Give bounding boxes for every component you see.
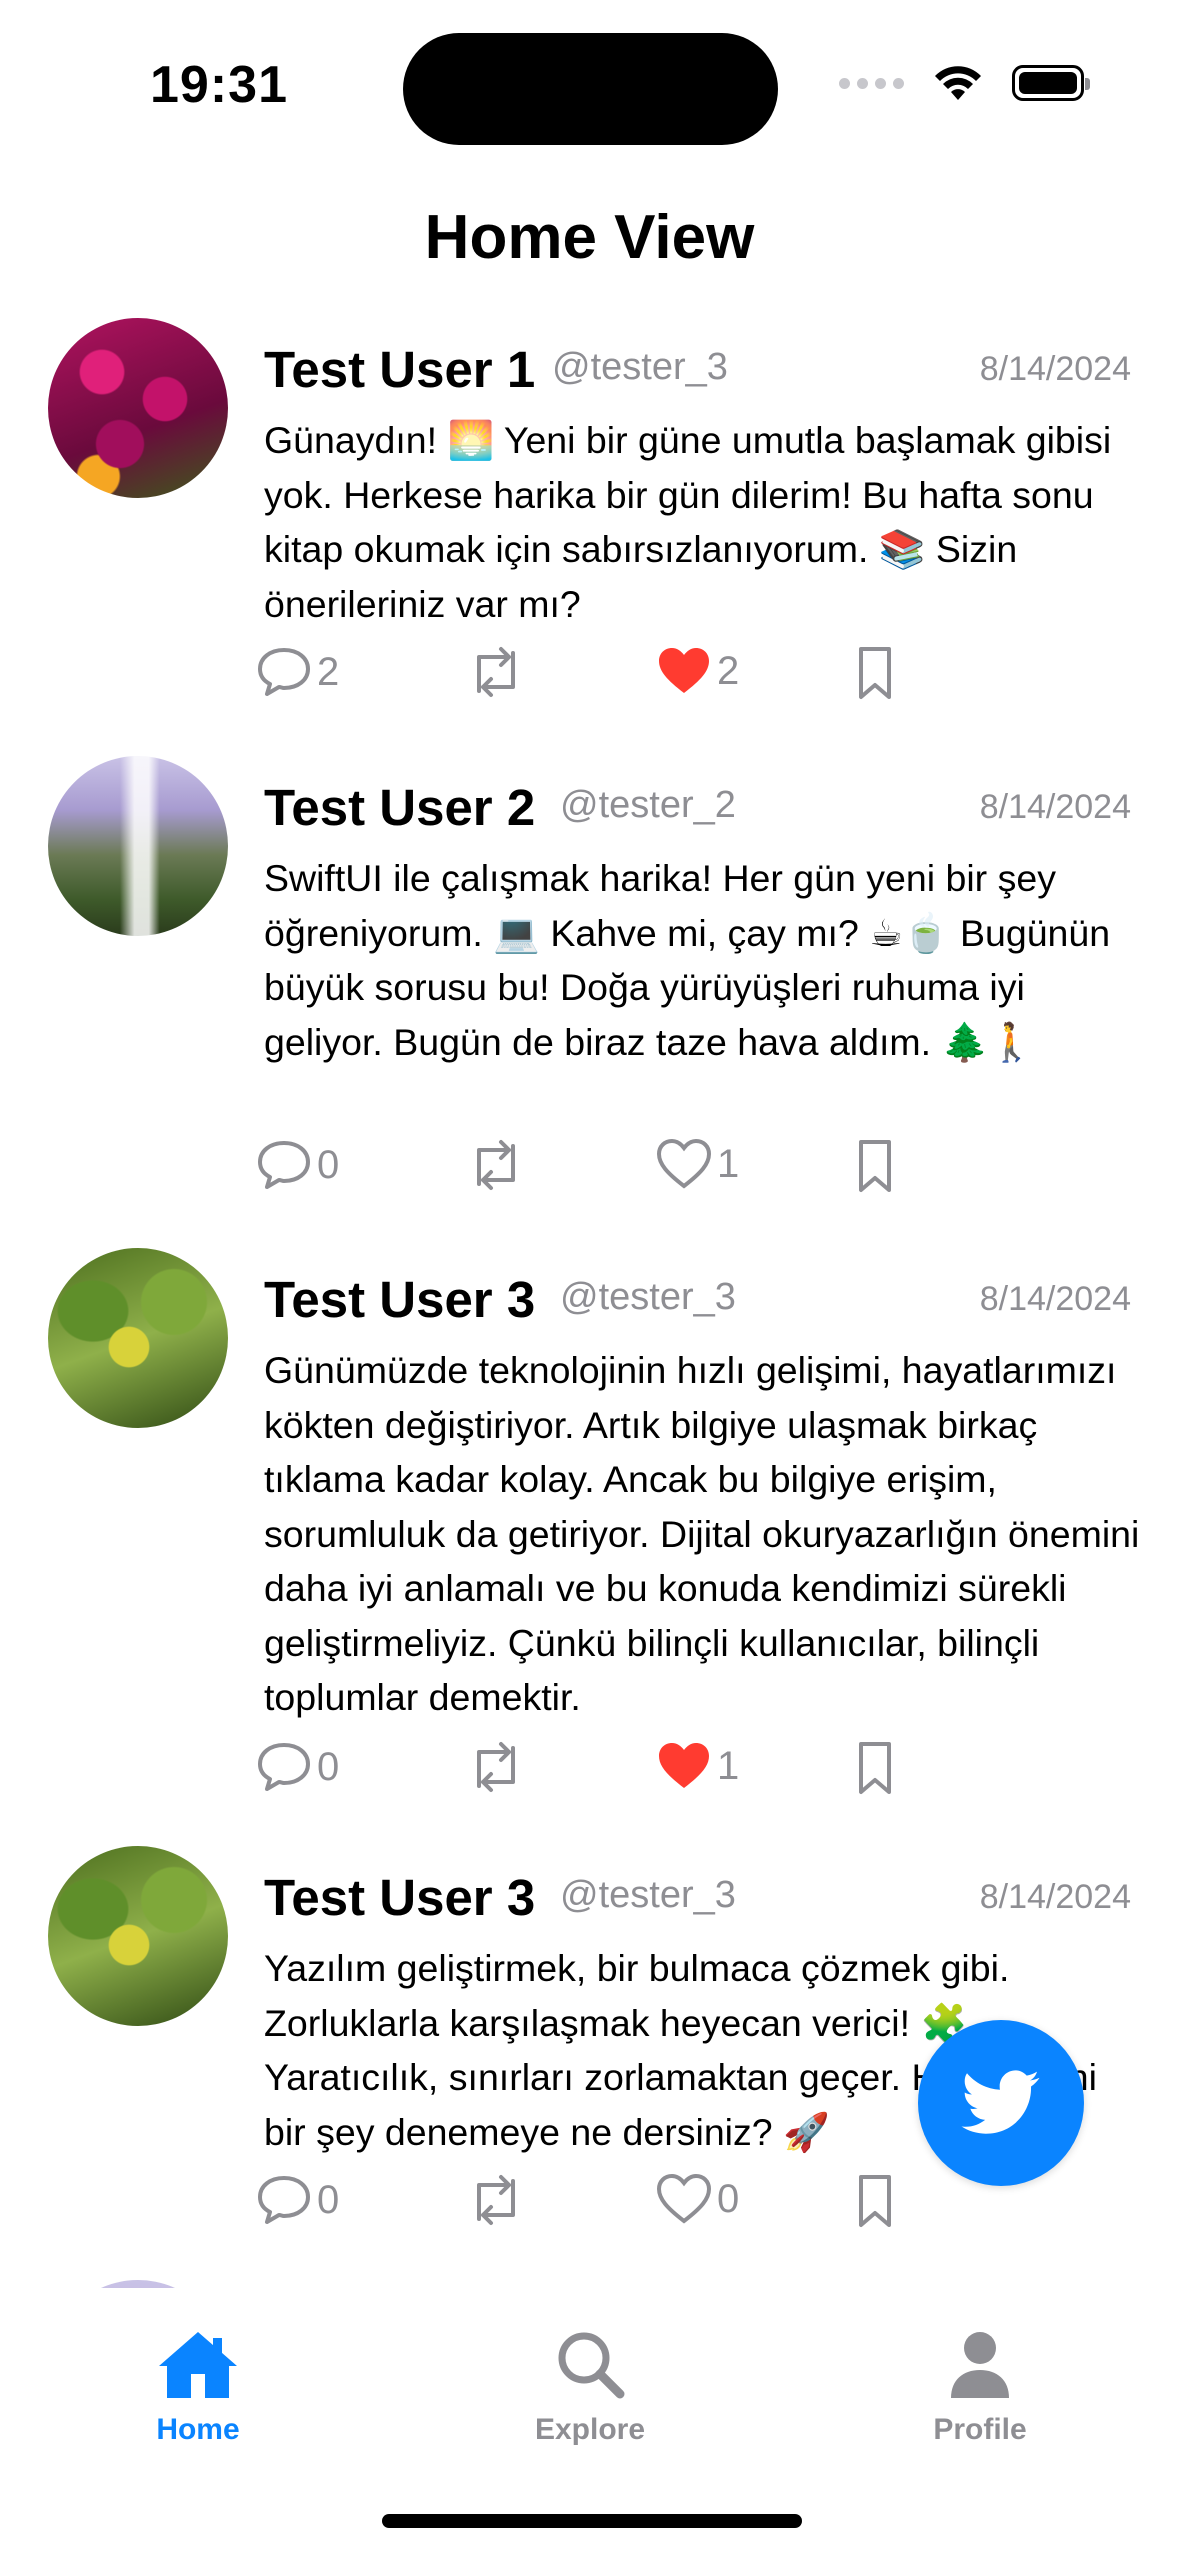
like-button[interactable]: 1 [655, 1740, 739, 1792]
comment-count: 2 [317, 649, 340, 694]
post-date: 8/14/2024 [979, 350, 1131, 388]
retweet-button[interactable] [465, 2173, 527, 2227]
comment-icon [258, 2176, 310, 2224]
magnifier-icon [558, 2332, 625, 2399]
wifi-icon [935, 66, 981, 100]
post-author-name[interactable]: Test User 3 [264, 1868, 535, 1927]
like-button[interactable]: 2 [655, 645, 739, 697]
post-author-handle: @tester_2 [560, 784, 736, 826]
post-text: Günümüzde teknolojinin hızlı gelişimi, h… [264, 1349, 1140, 1718]
heart-outline-icon [656, 2173, 712, 2224]
like-count: 2 [717, 648, 740, 693]
avatar[interactable] [48, 2280, 228, 2288]
bookmark-icon [859, 2175, 891, 2227]
post-author-name[interactable]: Test User 3 [264, 1270, 535, 1329]
bookmark-icon [859, 647, 891, 699]
comment-count: 0 [317, 1744, 340, 1789]
post-author-name[interactable]: Test User 1 [264, 340, 535, 399]
post-author-handle: @tester_3 [560, 1276, 736, 1318]
like-count: 1 [717, 1141, 740, 1186]
post-author-handle: @tester_3 [552, 346, 728, 388]
feed-list[interactable]: Test User 1 @tester_3 8/14/2024 Günaydın… [0, 318, 1179, 2288]
heart-outline-icon [656, 1138, 712, 1189]
post-text: Günaydın! 🌅 Yeni bir güne umutla başlama… [264, 419, 1112, 625]
comment-button[interactable]: 0 [255, 2173, 339, 2227]
retweet-icon [477, 1140, 515, 1190]
comment-button[interactable]: 0 [255, 1740, 339, 1794]
avatar[interactable] [48, 1248, 228, 1428]
like-button[interactable]: 0 [655, 2173, 739, 2225]
tab-profile[interactable]: Profile [880, 2328, 1080, 2447]
compose-tweet-button[interactable] [918, 2020, 1084, 2186]
tab-label: Profile [933, 2413, 1027, 2446]
avatar[interactable] [48, 1846, 228, 2026]
comment-count: 0 [317, 2177, 340, 2222]
post-date: 8/14/2024 [979, 788, 1131, 826]
post-actions: 0 0 [255, 2173, 915, 2233]
comment-button[interactable]: 2 [255, 645, 339, 699]
comment-count: 0 [317, 1142, 340, 1187]
like-count: 1 [717, 1743, 740, 1788]
retweet-icon [477, 1742, 515, 1792]
tab-label: Home [156, 2413, 240, 2446]
home-indicator [382, 2514, 802, 2528]
bookmark-button[interactable] [855, 1138, 895, 1194]
post-author-name[interactable]: Test User 2 [264, 778, 535, 837]
post-date: 8/14/2024 [979, 1280, 1131, 1318]
post-actions: 0 1 [255, 1138, 915, 1198]
retweet-icon [477, 2175, 515, 2225]
retweet-button[interactable] [465, 1138, 527, 1192]
status-icons [839, 64, 1090, 102]
post-text: SwiftUI ile çalışmak harika! Her gün yen… [264, 857, 1111, 1063]
bookmark-button[interactable] [855, 1740, 895, 1796]
page-title: Home View [424, 203, 755, 272]
retweet-button[interactable] [465, 645, 527, 699]
comment-button[interactable]: 0 [255, 1138, 339, 1192]
twitter-bird-icon [961, 2070, 1040, 2134]
heart-filled-icon [659, 648, 709, 693]
tab-explore[interactable]: Explore [490, 2328, 690, 2447]
house-icon [159, 2332, 237, 2398]
post-actions: 2 2 [255, 645, 915, 705]
tab-label: Explore [534, 2413, 646, 2446]
cellular-signal-icon [839, 77, 904, 89]
retweet-button[interactable] [465, 1740, 527, 1794]
comment-icon [258, 648, 310, 696]
post-date: 8/14/2024 [979, 1878, 1131, 1916]
tab-home[interactable]: Home [98, 2328, 298, 2447]
post-author-handle: @tester_3 [560, 1874, 736, 1916]
bookmark-icon [859, 1140, 891, 1192]
person-icon [951, 2332, 1009, 2398]
like-button[interactable]: 1 [655, 1138, 739, 1190]
bookmark-icon [859, 1742, 891, 1794]
dynamic-island [403, 33, 778, 145]
retweet-icon [477, 647, 515, 697]
status-time: 19:31 [150, 56, 288, 114]
comment-icon [258, 1743, 310, 1791]
post-actions: 0 1 [255, 1740, 915, 1800]
bookmark-button[interactable] [855, 2173, 895, 2229]
like-count: 0 [717, 2176, 740, 2221]
battery-icon [1012, 65, 1090, 101]
avatar[interactable] [48, 756, 228, 936]
heart-filled-icon [659, 1743, 709, 1788]
comment-icon [258, 1141, 310, 1189]
avatar[interactable] [48, 318, 228, 498]
bookmark-button[interactable] [855, 645, 895, 701]
